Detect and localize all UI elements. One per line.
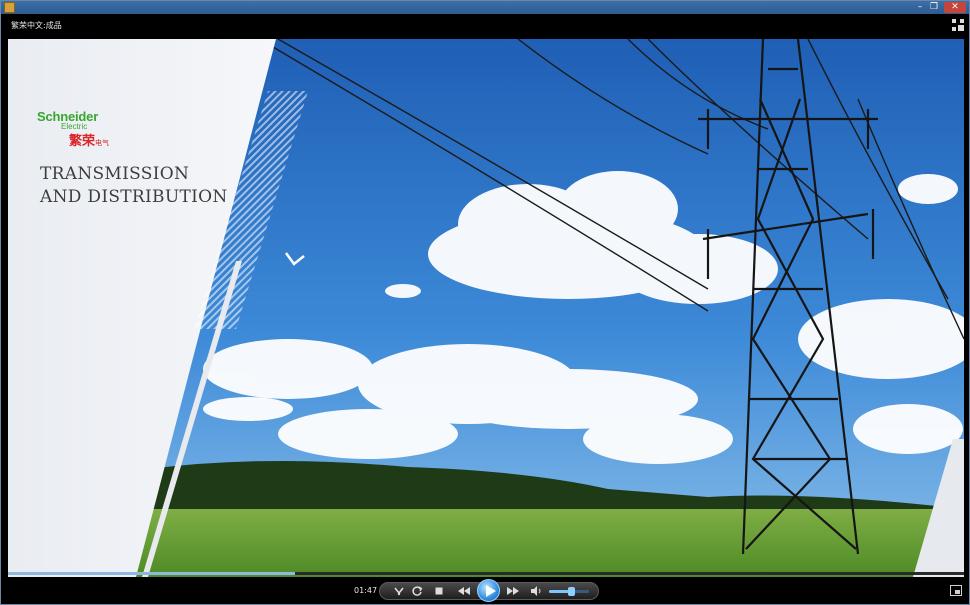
video-frame[interactable]: Schneider Electric 繁荣电气 TRANSMISSION AND… <box>8 39 964 577</box>
fullscreen-icon[interactable] <box>952 19 964 31</box>
play-icon <box>486 585 496 597</box>
seek-bar[interactable] <box>8 572 964 575</box>
maximize-button[interactable]: ❐ <box>928 2 940 13</box>
refresh-icon[interactable] <box>410 584 424 598</box>
video-scene <box>8 39 964 577</box>
volume-icon[interactable] <box>529 584 543 598</box>
headline: TRANSMISSION AND DISTRIBUTION <box>40 163 228 209</box>
play-button[interactable] <box>477 579 500 602</box>
player-window: – ❐ ✕ 繁荣中文:成品 Schneider Electric 繁荣电气 TR… <box>0 0 970 605</box>
app-icon <box>4 2 15 13</box>
stop-icon[interactable] <box>432 584 446 598</box>
seek-bar-fill <box>8 572 295 575</box>
video-title: 繁荣中文:成品 <box>11 21 62 30</box>
volume-slider[interactable] <box>549 587 589 596</box>
os-titlebar: – ❐ ✕ <box>1 1 969 14</box>
volume-knob[interactable] <box>568 587 575 596</box>
brand-cn: 繁荣电气 <box>69 134 110 149</box>
control-bar: 01:47 <box>1 577 969 604</box>
brand-logo: Schneider Electric 繁荣电气 <box>37 110 109 149</box>
close-button[interactable]: ✕ <box>944 2 966 13</box>
minimize-button[interactable]: – <box>914 2 926 13</box>
repeat-icon[interactable] <box>392 584 406 598</box>
brand-bottom: Electric <box>61 122 88 131</box>
headline-line-2: AND DISTRIBUTION <box>40 187 228 207</box>
rewind-icon[interactable] <box>457 584 471 598</box>
player-header: 繁荣中文:成品 <box>1 14 969 39</box>
time-display: 01:47 <box>354 586 378 595</box>
fast-forward-icon[interactable] <box>506 584 520 598</box>
headline-line-1: TRANSMISSION <box>40 164 190 184</box>
mini-mode-icon[interactable] <box>950 585 962 596</box>
